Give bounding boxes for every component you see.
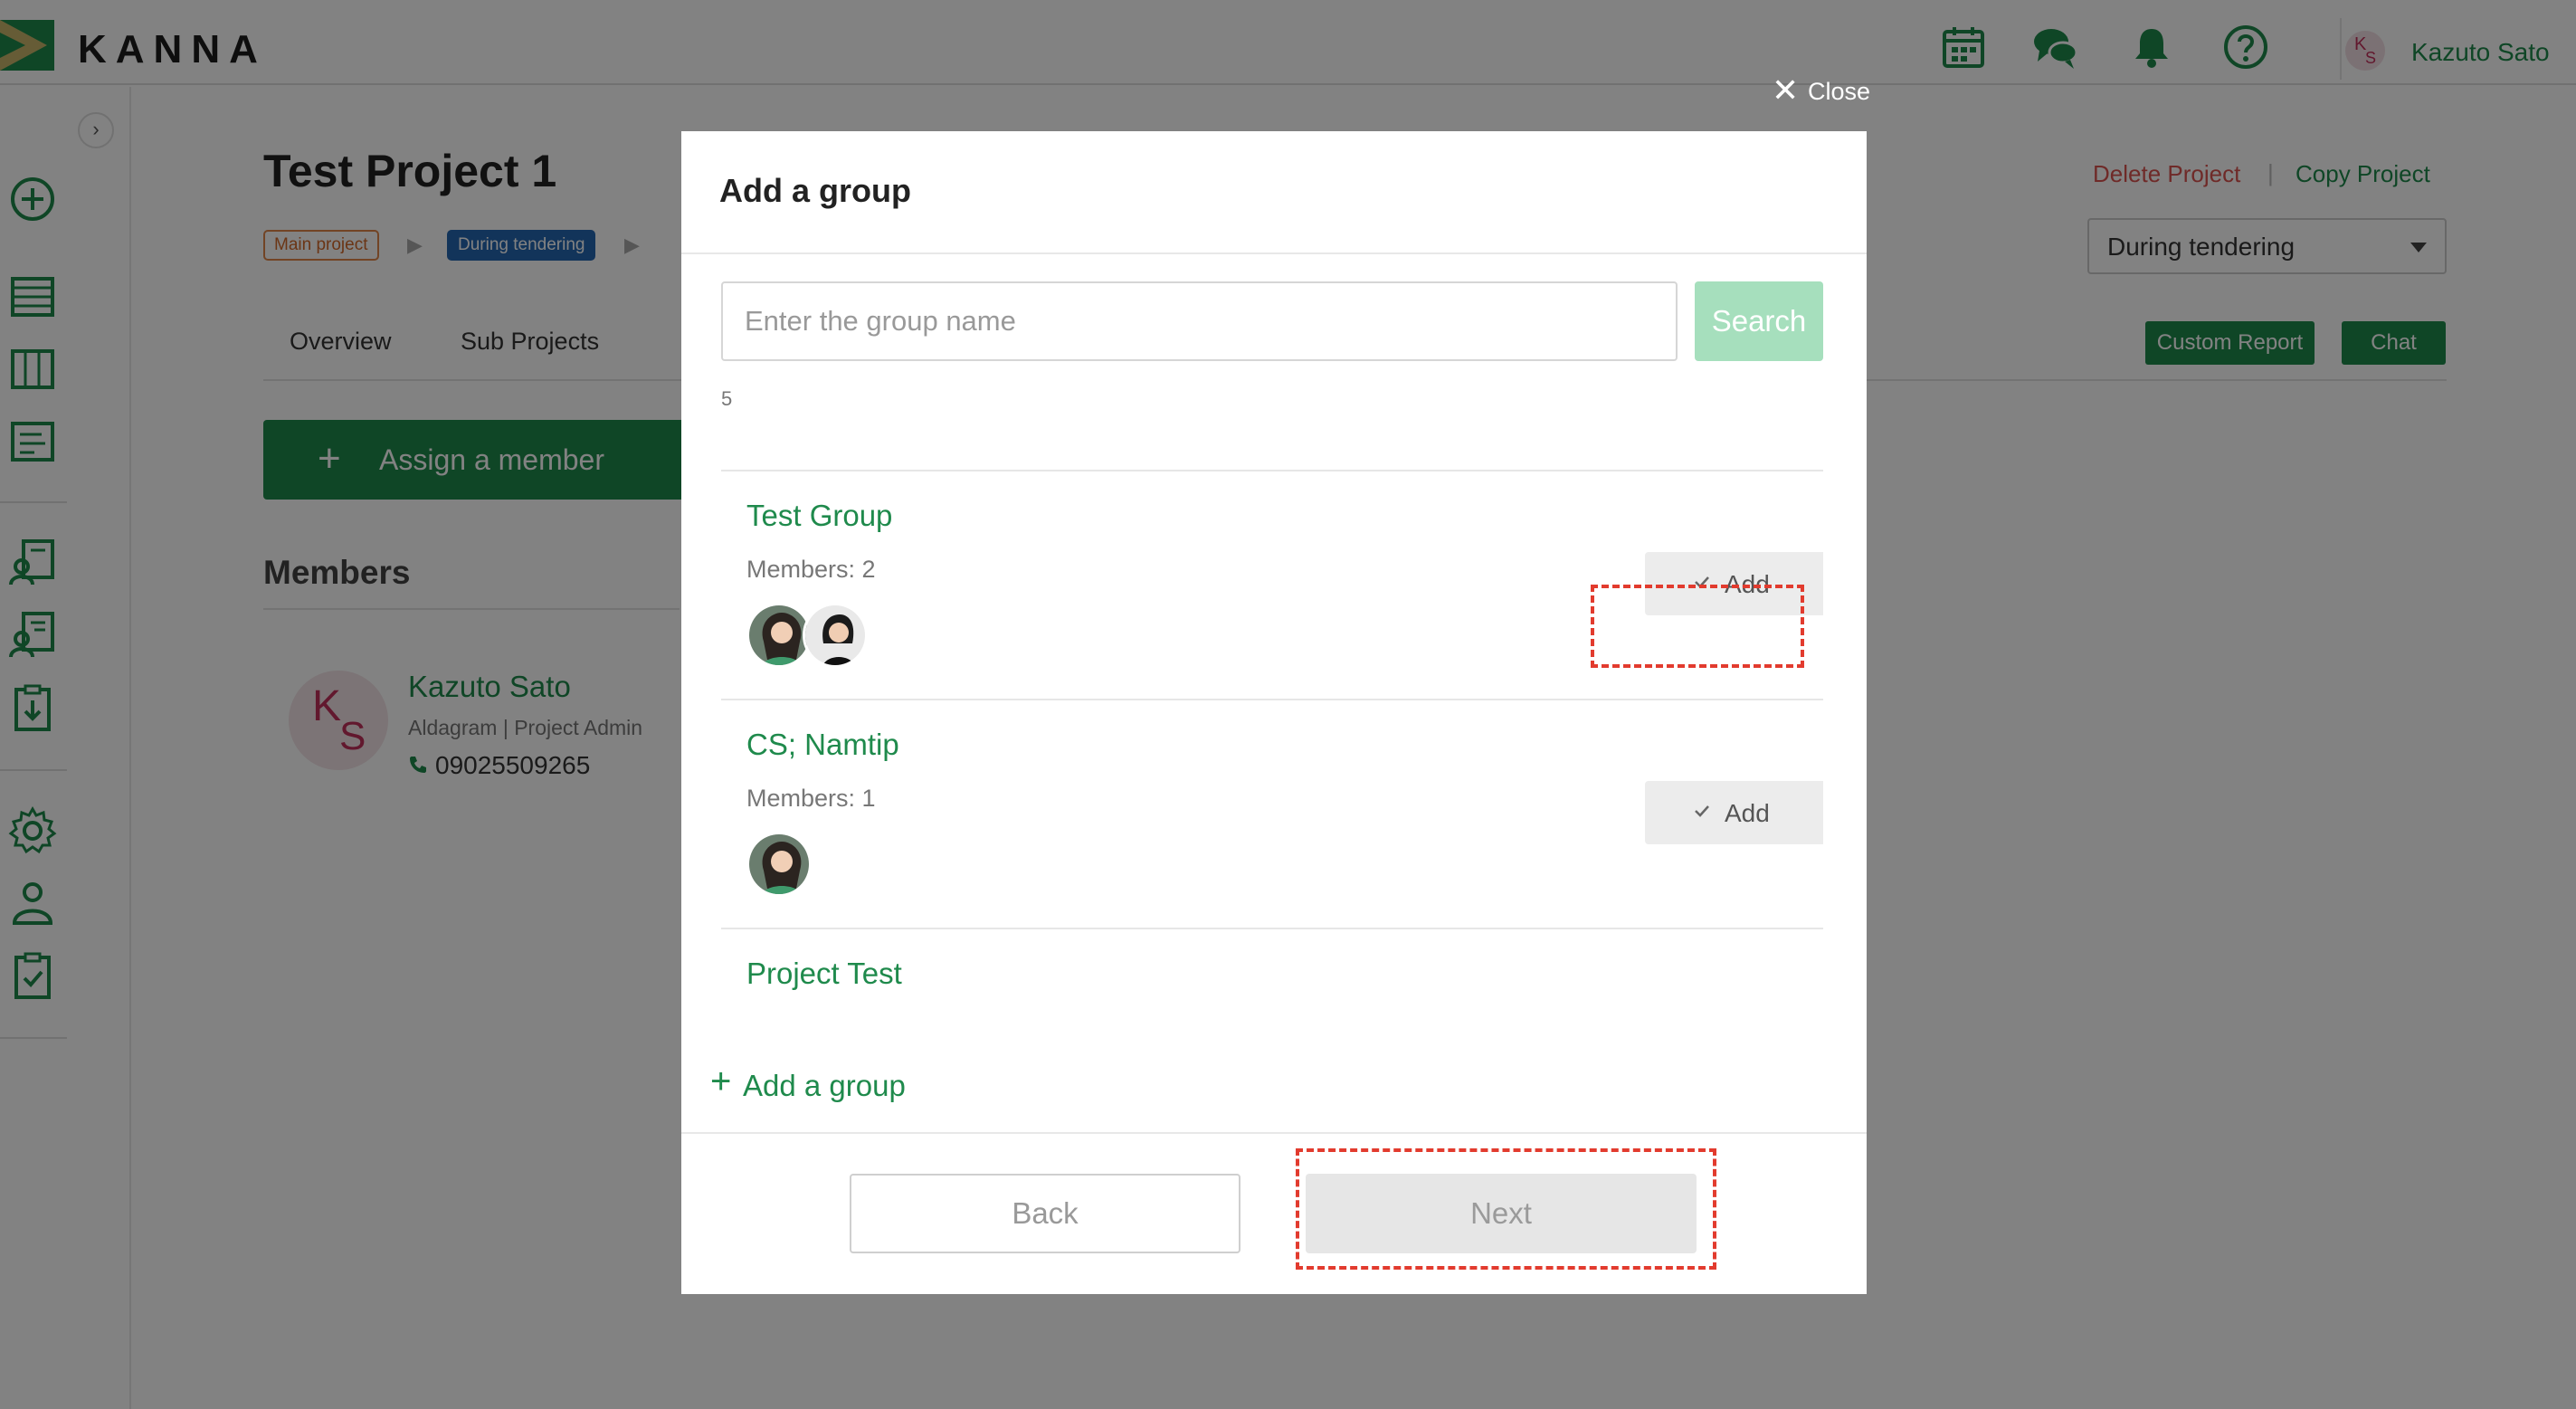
back-button[interactable]: Back [850,1174,1240,1253]
add-label: Add [1725,570,1770,598]
add-label: Add [1725,799,1770,827]
close-icon: ✕ [1772,71,1800,109]
close-label: Close [1808,78,1871,105]
group-name[interactable]: CS; Namtip [746,728,899,762]
group-member-count: Members: 2 [746,556,876,583]
group-row-test-group: Test Group Members: 2 Add [721,470,1823,699]
next-button[interactable]: Next [1306,1174,1697,1253]
group-search-input[interactable] [721,281,1678,361]
add-cs-namtip-button[interactable]: Add [1645,781,1823,844]
add-test-group-button[interactable]: Add [1645,552,1823,615]
result-count: 5 [721,387,733,410]
group-member-count: Members: 1 [746,785,876,812]
checkmark-icon [1695,576,1709,588]
group-name[interactable]: Project Test [746,957,902,991]
member-photo-avatar [803,603,868,668]
search-button[interactable]: Search [1695,281,1823,361]
modal-header-divider [681,252,1867,254]
member-photo-avatar [746,832,812,897]
group-row-project-test: Project Test [721,928,1823,1145]
group-row-cs-namtip: CS; Namtip Members: 1 Add [721,699,1823,928]
modal-footer-divider [681,1132,1867,1134]
plus-icon: + [710,1062,732,1101]
group-name[interactable]: Test Group [746,499,892,533]
add-group-modal: Add a group Search 5 [681,131,1867,1294]
add-a-group-label: Add a group [743,1069,906,1102]
group-list[interactable]: K N Test Group Members: 2 [721,421,1823,1145]
modal-title: Add a group [719,172,911,209]
checkmark-icon [1695,805,1709,817]
